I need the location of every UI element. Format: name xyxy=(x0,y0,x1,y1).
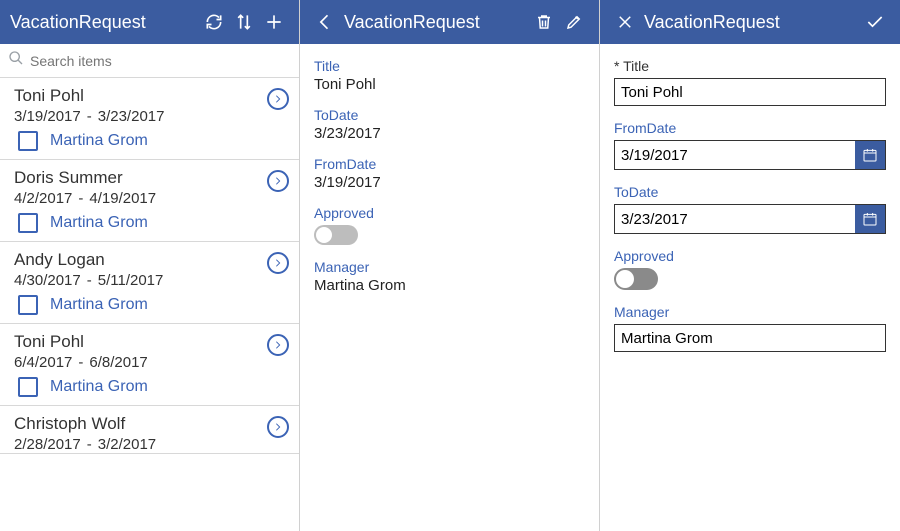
item-fromdate: 2/28/2017 xyxy=(14,436,81,453)
list-item[interactable]: Doris Summer 4/2/2017-4/19/2017 Martina Gr… xyxy=(0,160,299,242)
detail-manager-value: Martina Grom xyxy=(314,277,585,294)
detail-todate-label: ToDate xyxy=(314,107,585,123)
approved-checkbox[interactable] xyxy=(18,131,38,151)
detail-body: Title Toni Pohl ToDate 3/23/2017 FromDat… xyxy=(300,44,599,322)
edit-icon[interactable] xyxy=(559,7,589,37)
item-name: Toni Pohl xyxy=(14,332,289,352)
item-fromdate: 4/30/2017 xyxy=(14,272,81,289)
edit-title-label: * Title xyxy=(614,58,886,74)
detail-fromdate-value: 3/19/2017 xyxy=(314,174,585,191)
item-todate: 5/11/2017 xyxy=(98,272,164,289)
back-icon[interactable] xyxy=(310,7,340,37)
close-icon[interactable] xyxy=(610,7,640,37)
edit-title: VacationRequest xyxy=(644,12,860,33)
edit-fromdate-input[interactable] xyxy=(615,141,855,169)
add-icon[interactable] xyxy=(259,7,289,37)
calendar-icon[interactable] xyxy=(855,141,885,169)
list-item[interactable]: Toni Pohl 6/4/2017-6/8/2017 Martina Grom xyxy=(0,324,299,406)
item-dates: 3/19/2017-3/23/2017 xyxy=(14,108,289,125)
edit-todate-label: ToDate xyxy=(614,184,886,200)
detail-manager-label: Manager xyxy=(314,259,585,275)
detail-fromdate-label: FromDate xyxy=(314,156,585,172)
edit-todate-input[interactable] xyxy=(615,205,855,233)
item-fromdate: 4/2/2017 xyxy=(14,190,72,207)
accept-icon[interactable] xyxy=(860,7,890,37)
chevron-right-icon[interactable] xyxy=(267,170,289,192)
approved-checkbox[interactable] xyxy=(18,377,38,397)
edit-title-input[interactable] xyxy=(614,78,886,106)
detail-title-value: Toni Pohl xyxy=(314,76,585,93)
item-dates: 4/30/2017-5/11/2017 xyxy=(14,272,289,289)
item-dates: 6/4/2017-6/8/2017 xyxy=(14,354,289,371)
chevron-right-icon[interactable] xyxy=(267,252,289,274)
calendar-icon[interactable] xyxy=(855,205,885,233)
item-dates: 4/2/2017-4/19/2017 xyxy=(14,190,289,207)
detail-pane: VacationRequest Title Toni Pohl ToDate 3… xyxy=(300,0,600,531)
item-name: Christoph Wolf xyxy=(14,414,289,434)
edit-todate-wrap xyxy=(614,204,886,234)
edit-fromdate-label: FromDate xyxy=(614,120,886,136)
list-pane: VacationRequest Toni Pohl 3/19/2017-3/23/… xyxy=(0,0,300,531)
edit-manager-input[interactable] xyxy=(614,324,886,352)
list-item[interactable]: Toni Pohl 3/19/2017-3/23/2017 Martina Grom xyxy=(0,78,299,160)
detail-approved-toggle xyxy=(314,225,358,245)
refresh-icon[interactable] xyxy=(199,7,229,37)
edit-manager-label: Manager xyxy=(614,304,886,320)
item-dates: 2/28/2017-3/2/2017 xyxy=(14,436,289,453)
chevron-right-icon[interactable] xyxy=(267,416,289,438)
list-title: VacationRequest xyxy=(10,12,199,33)
search-bar[interactable] xyxy=(0,44,299,78)
list-item[interactable]: Christoph Wolf 2/28/2017-3/2/2017 xyxy=(0,406,299,454)
edit-approved-label: Approved xyxy=(614,248,886,264)
item-todate: 3/23/2017 xyxy=(98,108,165,125)
search-icon xyxy=(8,50,24,71)
detail-approved-label: Approved xyxy=(314,205,585,221)
delete-icon[interactable] xyxy=(529,7,559,37)
item-todate: 3/2/2017 xyxy=(98,436,156,453)
approved-checkbox[interactable] xyxy=(18,295,38,315)
item-manager: Martina Grom xyxy=(50,378,148,396)
edit-body: * Title FromDate ToDate xyxy=(600,44,900,380)
chevron-right-icon[interactable] xyxy=(267,88,289,110)
item-list: Toni Pohl 3/19/2017-3/23/2017 Martina Grom… xyxy=(0,78,299,531)
detail-title: VacationRequest xyxy=(344,12,529,33)
item-manager: Martina Grom xyxy=(50,132,148,150)
search-input[interactable] xyxy=(30,53,291,69)
item-manager: Martina Grom xyxy=(50,214,148,232)
edit-pane: VacationRequest * Title FromDate To xyxy=(600,0,900,531)
item-todate: 4/19/2017 xyxy=(89,190,156,207)
list-header: VacationRequest xyxy=(0,0,299,44)
detail-todate-value: 3/23/2017 xyxy=(314,125,585,142)
item-name: Andy Logan xyxy=(14,250,289,270)
edit-header: VacationRequest xyxy=(600,0,900,44)
edit-approved-toggle[interactable] xyxy=(614,268,658,290)
sort-icon[interactable] xyxy=(229,7,259,37)
item-manager: Martina Grom xyxy=(50,296,148,314)
item-name: Doris Summer xyxy=(14,168,289,188)
chevron-right-icon[interactable] xyxy=(267,334,289,356)
list-item[interactable]: Andy Logan 4/30/2017-5/11/2017 Martina Gro… xyxy=(0,242,299,324)
detail-title-label: Title xyxy=(314,58,585,74)
edit-fromdate-wrap xyxy=(614,140,886,170)
item-fromdate: 3/19/2017 xyxy=(14,108,81,125)
detail-header: VacationRequest xyxy=(300,0,599,44)
item-name: Toni Pohl xyxy=(14,86,289,106)
approved-checkbox[interactable] xyxy=(18,213,38,233)
item-todate: 6/8/2017 xyxy=(89,354,147,371)
item-fromdate: 6/4/2017 xyxy=(14,354,72,371)
